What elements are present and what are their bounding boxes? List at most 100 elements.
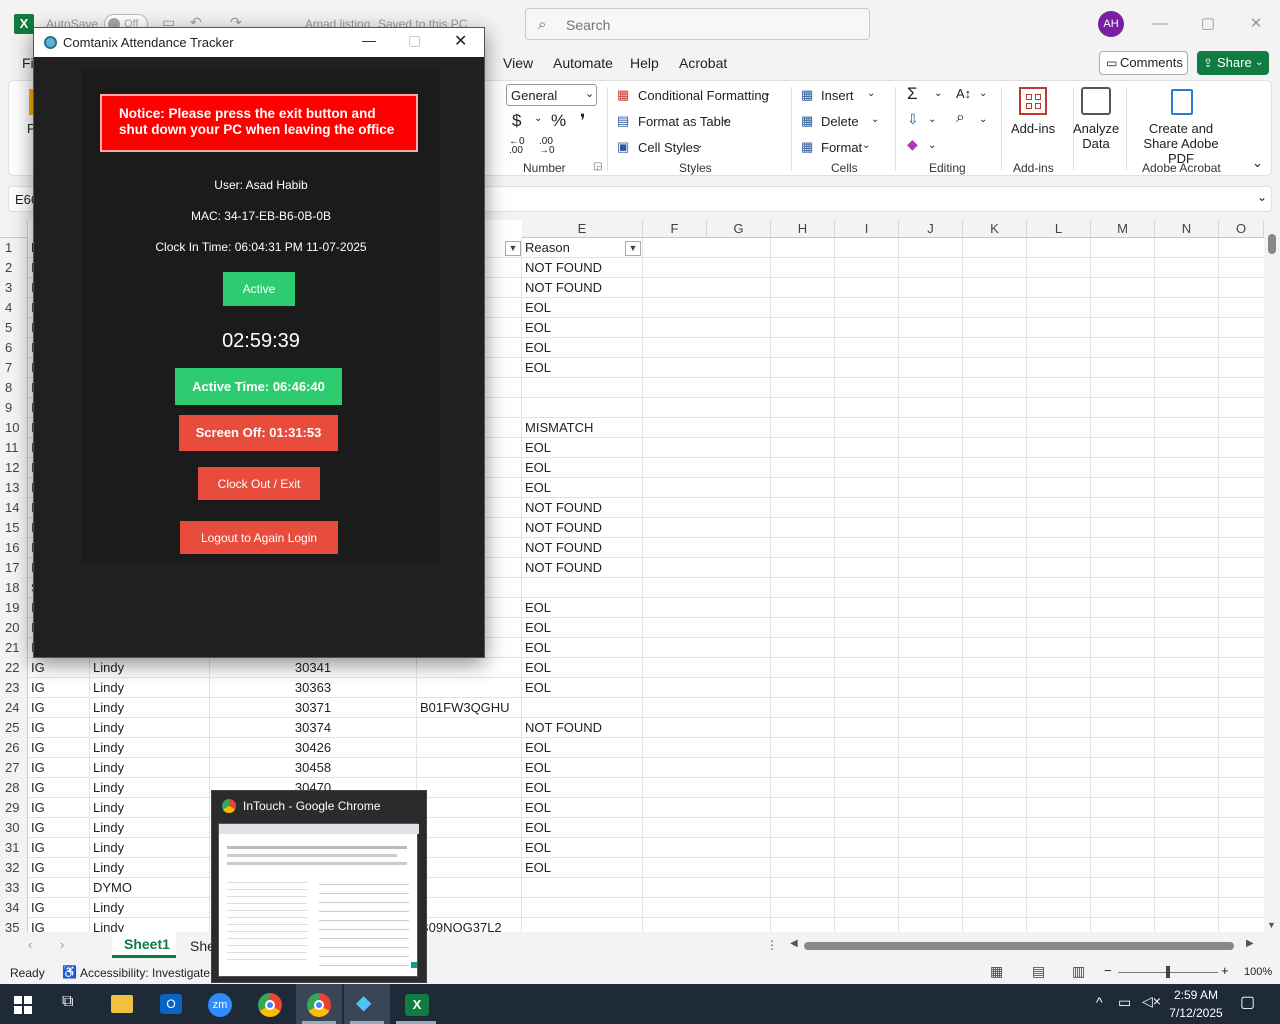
empty-cell[interactable] bbox=[1027, 618, 1091, 638]
row-header[interactable]: 14 bbox=[0, 498, 28, 518]
cell-e[interactable] bbox=[522, 878, 643, 898]
empty-cell[interactable] bbox=[707, 878, 771, 898]
row-header[interactable]: 30 bbox=[0, 818, 28, 838]
empty-cell[interactable] bbox=[707, 718, 771, 738]
empty-cell[interactable] bbox=[963, 258, 1027, 278]
cell-e[interactable]: EOL bbox=[522, 658, 643, 678]
empty-cell[interactable] bbox=[835, 618, 899, 638]
outlook-icon[interactable]: O bbox=[160, 994, 182, 1014]
empty-cell[interactable] bbox=[1027, 458, 1091, 478]
empty-cell[interactable] bbox=[1219, 838, 1264, 858]
empty-cell[interactable] bbox=[1155, 818, 1219, 838]
cell-a[interactable]: IG bbox=[28, 898, 90, 918]
empty-cell[interactable] bbox=[1091, 478, 1155, 498]
column-header[interactable]: L bbox=[1027, 220, 1091, 238]
notifications-icon[interactable]: ▢ bbox=[1240, 992, 1255, 1012]
empty-cell[interactable] bbox=[899, 818, 963, 838]
empty-cell[interactable] bbox=[1091, 278, 1155, 298]
empty-cell[interactable] bbox=[963, 578, 1027, 598]
empty-cell[interactable] bbox=[1091, 878, 1155, 898]
maximize-icon[interactable]: ▢ bbox=[408, 32, 421, 49]
empty-cell[interactable] bbox=[1155, 238, 1219, 258]
empty-cell[interactable] bbox=[835, 278, 899, 298]
empty-cell[interactable] bbox=[835, 298, 899, 318]
cell-d[interactable] bbox=[417, 898, 522, 918]
page-layout-icon[interactable]: ▤ bbox=[1032, 963, 1045, 980]
empty-cell[interactable] bbox=[1091, 458, 1155, 478]
empty-cell[interactable] bbox=[899, 618, 963, 638]
empty-cell[interactable] bbox=[835, 558, 899, 578]
empty-cell[interactable] bbox=[1219, 758, 1264, 778]
empty-cell[interactable] bbox=[899, 378, 963, 398]
cell-e[interactable]: NOT FOUND bbox=[522, 718, 643, 738]
empty-cell[interactable] bbox=[1027, 918, 1091, 932]
empty-cell[interactable] bbox=[1219, 318, 1264, 338]
close-icon[interactable]: ✕ bbox=[1244, 12, 1268, 36]
empty-cell[interactable] bbox=[835, 318, 899, 338]
cell-d[interactable] bbox=[417, 718, 522, 738]
empty-cell[interactable] bbox=[1155, 898, 1219, 918]
cell-c[interactable]: 30371 bbox=[210, 698, 417, 718]
cell-e[interactable]: EOL bbox=[522, 598, 643, 618]
column-header[interactable]: M bbox=[1091, 220, 1155, 238]
empty-cell[interactable] bbox=[1091, 338, 1155, 358]
empty-cell[interactable] bbox=[899, 698, 963, 718]
empty-cell[interactable] bbox=[899, 858, 963, 878]
empty-cell[interactable] bbox=[963, 678, 1027, 698]
row-header[interactable]: 11 bbox=[0, 438, 28, 458]
empty-cell[interactable] bbox=[1027, 758, 1091, 778]
empty-cell[interactable] bbox=[1155, 738, 1219, 758]
empty-cell[interactable] bbox=[835, 838, 899, 858]
more-options-icon[interactable]: ⋮ bbox=[766, 938, 778, 952]
empty-cell[interactable] bbox=[1091, 498, 1155, 518]
empty-cell[interactable] bbox=[963, 798, 1027, 818]
zoom-app-icon[interactable]: zm bbox=[208, 993, 232, 1017]
empty-cell[interactable] bbox=[1155, 398, 1219, 418]
empty-cell[interactable] bbox=[707, 498, 771, 518]
cell-e[interactable] bbox=[522, 578, 643, 598]
empty-cell[interactable] bbox=[707, 258, 771, 278]
empty-cell[interactable] bbox=[835, 638, 899, 658]
search-box[interactable]: ⌕ bbox=[525, 8, 870, 40]
logout-button[interactable]: Logout to Again Login bbox=[180, 521, 338, 554]
empty-cell[interactable] bbox=[963, 698, 1027, 718]
empty-cell[interactable] bbox=[899, 418, 963, 438]
empty-cell[interactable] bbox=[771, 298, 835, 318]
minimize-icon[interactable]: — bbox=[362, 32, 376, 48]
clock-out-exit-button[interactable]: Clock Out / Exit bbox=[198, 467, 320, 500]
page-break-icon[interactable]: ▥ bbox=[1072, 963, 1085, 980]
empty-cell[interactable] bbox=[1091, 738, 1155, 758]
clock-date[interactable]: 7/12/2025 bbox=[1166, 1006, 1226, 1020]
empty-cell[interactable] bbox=[835, 498, 899, 518]
format-button[interactable]: Format bbox=[821, 140, 862, 155]
empty-cell[interactable] bbox=[771, 558, 835, 578]
empty-cell[interactable] bbox=[707, 238, 771, 258]
empty-cell[interactable] bbox=[707, 758, 771, 778]
empty-cell[interactable] bbox=[1027, 598, 1091, 618]
empty-cell[interactable] bbox=[1091, 538, 1155, 558]
empty-cell[interactable] bbox=[771, 458, 835, 478]
empty-cell[interactable] bbox=[963, 398, 1027, 418]
empty-cell[interactable] bbox=[963, 358, 1027, 378]
empty-cell[interactable] bbox=[1091, 578, 1155, 598]
clock-time[interactable]: 2:59 AM bbox=[1170, 988, 1222, 1002]
empty-cell[interactable] bbox=[707, 678, 771, 698]
cell-e[interactable]: NOT FOUND bbox=[522, 278, 643, 298]
cell-e[interactable] bbox=[522, 698, 643, 718]
empty-cell[interactable] bbox=[963, 598, 1027, 618]
empty-cell[interactable] bbox=[771, 538, 835, 558]
cell-b[interactable]: DYMO bbox=[90, 878, 210, 898]
empty-cell[interactable] bbox=[963, 898, 1027, 918]
row-header[interactable]: 4 bbox=[0, 298, 28, 318]
sheet-tab-sheet1[interactable]: Sheet1 bbox=[112, 932, 176, 958]
row-header[interactable]: 29 bbox=[0, 798, 28, 818]
empty-cell[interactable] bbox=[1155, 858, 1219, 878]
empty-cell[interactable] bbox=[1091, 678, 1155, 698]
show-hidden-icons[interactable]: ^ bbox=[1096, 994, 1103, 1010]
empty-cell[interactable] bbox=[707, 558, 771, 578]
empty-cell[interactable] bbox=[963, 278, 1027, 298]
empty-cell[interactable] bbox=[1219, 358, 1264, 378]
empty-cell[interactable] bbox=[899, 738, 963, 758]
row-header[interactable]: 15 bbox=[0, 518, 28, 538]
empty-cell[interactable] bbox=[1091, 358, 1155, 378]
